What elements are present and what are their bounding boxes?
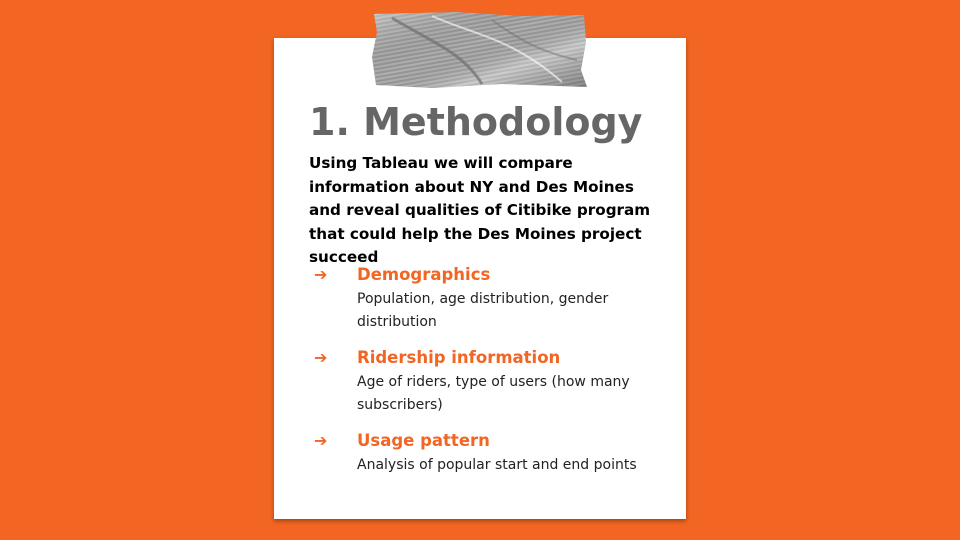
tape-strip	[372, 12, 587, 88]
arrow-icon: ➔	[314, 348, 328, 367]
list-item-usage: ➔ Usage pattern Analysis of popular star…	[314, 428, 664, 477]
list-item-ridership: ➔ Ridership information Age of riders, t…	[314, 345, 664, 417]
arrow-icon: ➔	[314, 265, 328, 284]
item-description: Age of riders, type of users (how many s…	[357, 374, 630, 413]
item-heading: Demographics	[357, 265, 491, 284]
arrow-icon: ➔	[314, 431, 328, 450]
list-item-demographics: ➔ Demographics Population, age distribut…	[314, 262, 664, 334]
methodology-list: ➔ Demographics Population, age distribut…	[314, 262, 664, 488]
item-description: Population, age distribution, gender dis…	[357, 291, 609, 330]
intro-text: Using Tableau we will compare informatio…	[309, 154, 651, 266]
item-description: Analysis of popular start and end points	[357, 457, 637, 473]
item-heading: Usage pattern	[357, 431, 490, 450]
slide-title: 1. Methodology	[309, 100, 643, 144]
item-heading: Ridership information	[357, 348, 561, 367]
